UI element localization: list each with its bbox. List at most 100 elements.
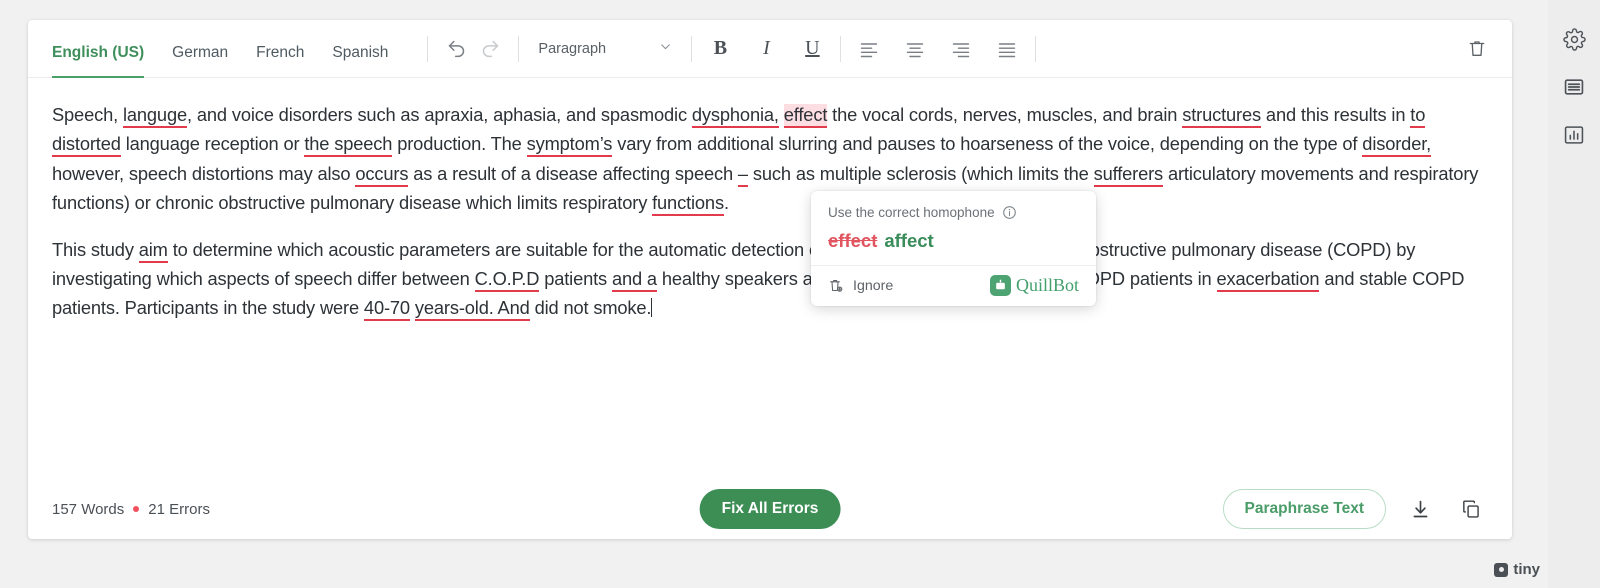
redo-icon[interactable] [473,32,507,66]
align-left-icon[interactable] [852,32,886,66]
error-age-range[interactable]: 40-70 [364,297,410,321]
error-functions[interactable]: functions [652,192,724,216]
text-seg: respiratory [558,192,653,213]
error-copd-abbrev[interactable]: C.O.P.D [475,268,540,292]
editor-content[interactable]: Speech, languge, and voice disorders suc… [28,78,1512,479]
text-seg: This study [52,239,139,260]
ignore-trash-icon [828,277,844,294]
text-seg: the vocal cords, nerves, muscles, and br… [827,104,1182,125]
error-structures[interactable]: structures [1182,104,1261,128]
suggestion-headline-row: Use the correct homophone [828,205,1079,220]
error-languge[interactable]: languge [123,104,187,128]
paraphrase-text-button[interactable]: Paraphrase Text [1223,489,1386,529]
bold-button[interactable]: B [703,32,737,66]
bar-chart-icon[interactable] [1557,118,1591,152]
suggestion-footer: Ignore QuillBot [811,265,1096,306]
error-aim[interactable]: aim [139,239,168,263]
error-occurs[interactable]: occurs [355,163,408,187]
suggestion-headline: Use the correct homophone [828,205,995,220]
text-seg: h [723,163,738,184]
align-center-icon[interactable] [898,32,932,66]
download-icon[interactable] [1403,492,1437,526]
suggestion-words: effect affect [828,230,1079,252]
align-justify-icon[interactable] [990,32,1024,66]
text-seg: language reception or [121,133,305,154]
italic-button[interactable]: I [749,32,783,66]
suggestion-correct-word[interactable]: affect [884,230,933,251]
ignore-label: Ignore [853,278,893,294]
language-tab-french[interactable]: French [256,20,304,78]
tiny-wordmark: tiny [1513,561,1540,578]
toolbar-divider-2 [518,36,519,62]
app-root: English (US) German French Spanish [0,0,1600,588]
error-symptoms[interactable]: symptom’s [527,133,613,157]
language-tab-german[interactable]: German [172,20,228,78]
error-sufferers[interactable]: sufferers [1094,163,1163,187]
paragraph-format-value: Paragraph [538,41,606,57]
text-seg-occluded: nary disease which limits [359,192,557,213]
error-exacerbation[interactable]: exacerbation [1217,268,1320,292]
text-seg: , and voice disorders such as apraxia, a… [187,104,692,125]
quillbot-mark-icon [990,275,1011,296]
language-tab-english-us[interactable]: English (US) [52,20,144,78]
stats-separator-dot [133,506,139,512]
editor-card: English (US) German French Spanish [28,20,1512,539]
error-years-old[interactable]: years-old. And [415,297,530,321]
gear-icon[interactable] [1557,22,1591,56]
toolbar-divider-3 [691,36,692,62]
error-the-speech[interactable]: the speech [304,133,392,157]
history-group [439,32,507,66]
suggestion-popup: Use the correct homophone effect affect [811,191,1096,306]
chevron-down-icon [659,40,672,57]
trash-icon[interactable] [1460,32,1494,66]
paragraph-format-select[interactable]: Paragraph [530,33,680,65]
paragraph-2: This study aim to determine which acoust… [52,235,1482,323]
text-seg: Speech, [52,104,123,125]
paragraph-1: Speech, languge, and voice disorders suc… [52,100,1482,218]
error-and-a[interactable]: and a [612,268,657,292]
text-seg-occluded: tional slurring and [731,133,872,154]
text-caret [651,298,652,317]
document-icon[interactable] [1557,70,1591,104]
text-seg: patients [539,268,612,289]
toolbar-divider-1 [427,36,428,62]
toolbar-divider-5 [1035,36,1036,62]
info-icon[interactable] [1002,205,1017,220]
undo-icon[interactable] [439,32,473,66]
ignore-button[interactable]: Ignore [828,277,893,294]
error-disorder[interactable]: disorder, [1362,133,1431,157]
editor-footer: 157 Words 21 Errors Fix All Errors Parap… [28,479,1512,539]
underline-button[interactable]: U [795,32,829,66]
tiny-mark-icon [1494,563,1508,577]
text-seg: did not smoke. [530,297,652,318]
quillbot-wordmark: QuillBot [1016,275,1079,296]
error-count: 21 Errors [148,501,210,518]
editor-toolbar: English (US) German French Spanish [28,20,1512,78]
quillbot-logo: QuillBot [990,275,1079,296]
tinymce-logo: tiny [1494,561,1540,578]
text-style-group: B I U [703,32,829,66]
error-dysphonia[interactable]: dysphonia, [692,104,779,128]
text-seg: and this results in [1261,104,1410,125]
text-seg: production. The [392,133,526,154]
right-sidebar [1548,0,1600,588]
fix-all-errors-button[interactable]: Fix All Errors [700,489,841,529]
language-tabs: English (US) German French Spanish [52,20,416,78]
footer-actions: Paraphrase Text [1223,489,1488,529]
text-seg: such as multiple sclerosis (which limits… [748,163,1094,184]
align-right-icon[interactable] [944,32,978,66]
alignment-group [852,32,1024,66]
error-effect-active[interactable]: effect [784,104,827,128]
text-seg-occluded: ase affecting speec [569,163,723,184]
text-seg: pauses to hoarseness of the voice, depen… [872,133,1362,154]
toolbar-divider-4 [840,36,841,62]
word-count: 157 Words [52,501,124,518]
text-seg: however, speech distortions may also [52,163,355,184]
text-seg: . [724,192,729,213]
text-seg: as a result of a dise [408,163,568,184]
document-stats: 157 Words 21 Errors [52,501,210,518]
error-dash[interactable]: – [738,163,748,187]
language-tab-spanish[interactable]: Spanish [332,20,388,78]
suggestion-wrong-word: effect [828,230,877,251]
copy-icon[interactable] [1454,492,1488,526]
